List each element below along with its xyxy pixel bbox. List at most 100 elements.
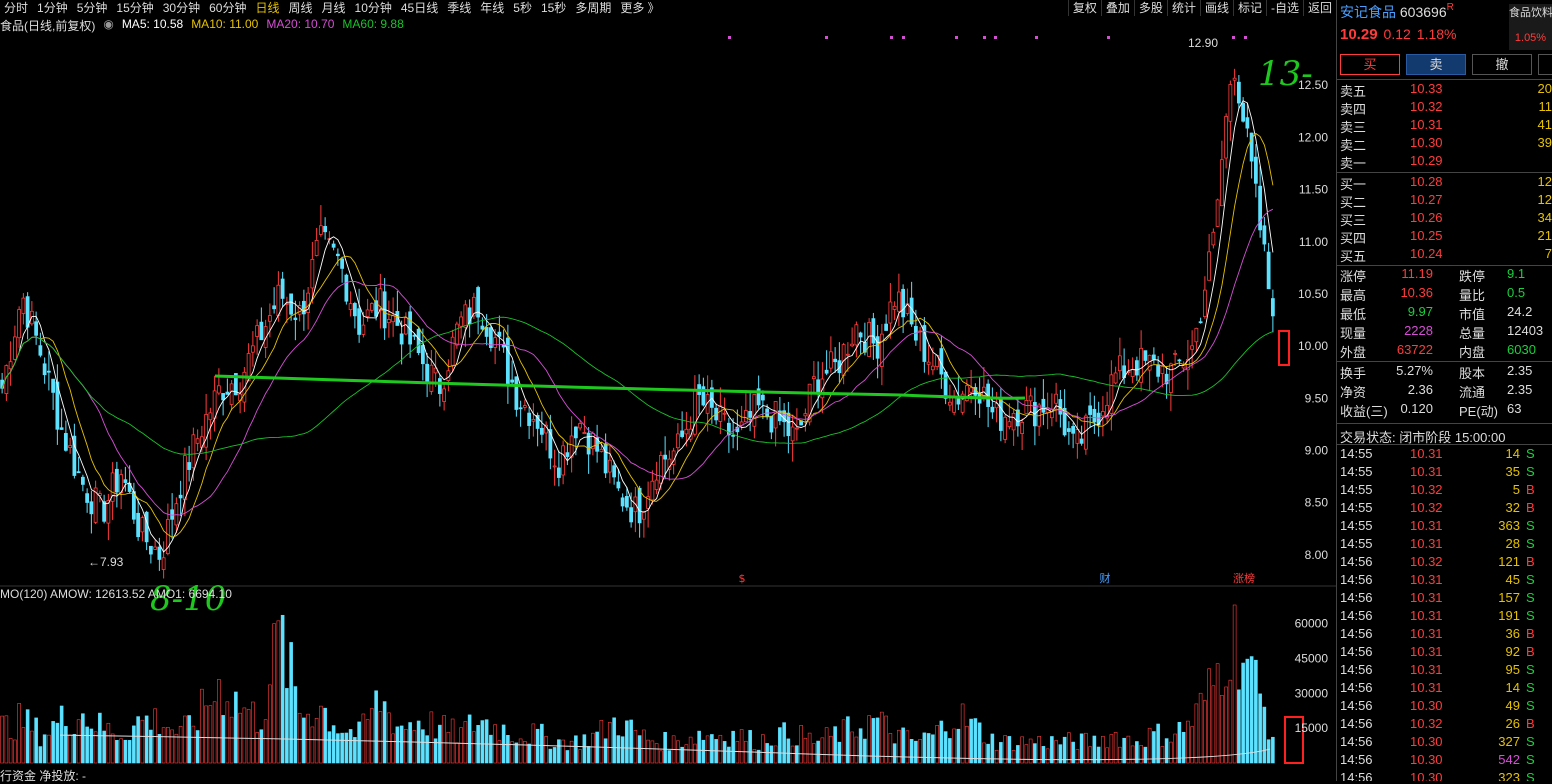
bid-volume: 7	[1545, 246, 1552, 261]
tick-row: 14:5510.3135S	[1340, 464, 1552, 482]
buy-button[interactable]: 买	[1340, 54, 1400, 75]
volume-bar	[404, 729, 407, 763]
candle	[226, 378, 229, 394]
candle	[498, 316, 501, 351]
volume-bar	[1263, 707, 1266, 763]
candle	[162, 541, 165, 578]
volume-tick-label: 15000	[1295, 721, 1329, 735]
period-tab-15[interactable]: 多周期	[571, 0, 616, 16]
period-tab-13[interactable]: 5秒	[509, 0, 537, 16]
event-marker[interactable]: 财	[1100, 571, 1111, 585]
candle	[468, 299, 471, 337]
volume-bar	[1144, 747, 1147, 763]
volume-bar	[141, 720, 144, 763]
tick-side: S	[1526, 464, 1535, 479]
tool-item-4[interactable]: 画线	[1200, 0, 1233, 16]
candle	[455, 322, 458, 349]
volume-bar	[128, 740, 131, 763]
tool-item-0[interactable]: 复权	[1068, 0, 1101, 16]
settings-icon[interactable]: ◉	[103, 17, 113, 33]
period-tab-2[interactable]: 5分钟	[73, 0, 113, 16]
volume-bar	[243, 708, 246, 763]
period-tab-3[interactable]: 15分钟	[112, 0, 158, 16]
candle	[341, 257, 344, 283]
period-tab-1[interactable]: 1分钟	[33, 0, 73, 16]
period-tab-10[interactable]: 45日线	[397, 0, 443, 16]
tool-item-2[interactable]: 多股	[1134, 0, 1167, 16]
volume-bar	[1152, 732, 1155, 763]
candle	[409, 306, 412, 358]
candle	[1233, 69, 1236, 96]
tick-side: S	[1526, 608, 1535, 623]
sell-button[interactable]: 卖	[1406, 54, 1466, 75]
volume-bar	[438, 725, 441, 763]
period-tab-6[interactable]: 日线	[251, 0, 284, 16]
tick-row: 14:5610.3145S	[1340, 572, 1552, 590]
volume-bar	[1084, 733, 1087, 763]
volume-bar	[400, 726, 403, 763]
volume-tick-label: 60000	[1295, 617, 1329, 631]
price-tick-label: 10.50	[1298, 287, 1328, 301]
candle	[396, 291, 399, 326]
candle	[634, 487, 637, 532]
period-tab-0[interactable]: 分时	[0, 0, 33, 16]
period-tab-7[interactable]: 周线	[284, 0, 317, 16]
candle	[540, 412, 543, 443]
volume-bar	[94, 732, 97, 763]
candle	[774, 401, 777, 446]
volume-bar	[315, 718, 318, 763]
volume-bar	[974, 719, 977, 763]
tick-side: B	[1526, 554, 1535, 569]
divider	[1337, 361, 1552, 362]
tool-item-6[interactable]: -自选	[1266, 0, 1303, 16]
tool-item-1[interactable]: 叠加	[1101, 0, 1134, 16]
volume-bar	[808, 733, 811, 763]
candle	[171, 493, 174, 539]
sector-box[interactable]: 食品饮料 1.05%	[1509, 4, 1552, 50]
period-tab-8[interactable]: 月线	[318, 0, 351, 16]
period-tab-14[interactable]: 15秒	[537, 0, 571, 16]
volume-bar	[1250, 657, 1253, 763]
kline-chart[interactable]: 12.5012.0011.5011.0010.5010.009.509.008.…	[0, 33, 1336, 781]
tool-item-3[interactable]: 统计	[1167, 0, 1200, 16]
alert-button[interactable]: 警	[1538, 54, 1552, 75]
event-marker[interactable]: 涨榜	[1233, 571, 1255, 585]
candle	[736, 409, 739, 450]
stat-value: 12403	[1507, 323, 1543, 342]
candle	[1271, 290, 1274, 333]
stat-value: 10.36	[1393, 285, 1433, 304]
tick-volume: 35	[1460, 464, 1520, 479]
volume-bar	[532, 724, 535, 763]
stat-label: 跌停	[1459, 266, 1485, 285]
volume-bar	[307, 714, 310, 763]
volume-bar	[647, 740, 650, 763]
period-tab-9[interactable]: 10分钟	[351, 0, 397, 16]
volume-bar	[1016, 745, 1019, 763]
tick-time: 14:56	[1340, 644, 1373, 659]
tool-item-7[interactable]: 返回	[1303, 0, 1336, 16]
volume-bar	[362, 714, 365, 763]
tick-price: 10.31	[1410, 518, 1443, 533]
price-axis: 12.5012.0011.5011.0010.5010.009.509.008.…	[1298, 78, 1328, 562]
candle	[999, 388, 1002, 441]
volume-bar	[778, 728, 781, 763]
period-tab-11[interactable]: 季线	[443, 0, 476, 16]
candle	[727, 418, 730, 453]
volume-bar	[9, 738, 12, 763]
tool-item-5[interactable]: 标记	[1233, 0, 1266, 16]
candle	[294, 301, 297, 340]
period-tab-12[interactable]: 年线	[476, 0, 509, 16]
ask-label: 卖四	[1340, 99, 1366, 118]
candle	[315, 228, 318, 256]
period-tab-16[interactable]: 更多 》	[616, 0, 664, 16]
stat-label: 外盘	[1340, 342, 1366, 361]
period-tab-5[interactable]: 60分钟	[205, 0, 251, 16]
volume-bar	[710, 734, 713, 763]
tick-volume: 5	[1460, 482, 1520, 497]
volume-bar	[468, 715, 471, 763]
event-marker[interactable]: $	[739, 572, 746, 585]
cancel-button[interactable]: 撤	[1472, 54, 1532, 75]
period-tab-4[interactable]: 30分钟	[159, 0, 205, 16]
bid-price: 10.28	[1410, 174, 1443, 189]
volume-bar	[481, 721, 484, 763]
